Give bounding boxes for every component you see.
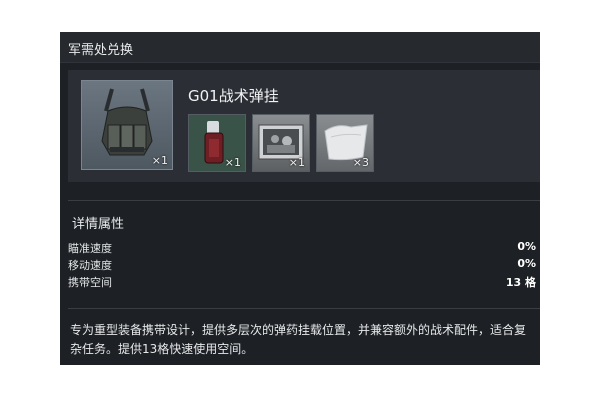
panel-header: 军需处兑换 (60, 32, 540, 63)
attribute-value: 0% (517, 257, 536, 270)
exchange-panel: 军需处兑换 ×1 G01战术弹挂 ×1 ×1 ×3 详情属性 瞄准速度 0% 移… (60, 32, 540, 365)
material-slot-3[interactable]: ×3 (316, 114, 374, 172)
attribute-row-aim-speed: 瞄准速度 0% (68, 240, 536, 255)
item-description: 专为重型装备携带设计，提供多层次的弹药挂载位置，并兼容额外的战术配件，适合复杂任… (70, 323, 527, 356)
divider-bottom (68, 308, 540, 309)
material-3-quantity: ×3 (352, 156, 369, 169)
material-2-quantity: ×1 (288, 156, 305, 169)
material-slot-1[interactable]: ×1 (188, 114, 246, 172)
item-name: G01战术弹挂 (188, 87, 279, 105)
attribute-row-move-speed: 移动速度 0% (68, 257, 536, 272)
attribute-label: 瞄准速度 (68, 242, 112, 255)
material-1-quantity: ×1 (224, 156, 241, 169)
attribute-value: 0% (517, 240, 536, 253)
material-slot-2[interactable]: ×1 (252, 114, 310, 172)
attribute-label: 携带空间 (68, 276, 112, 289)
attribute-row-carry-space: 携带空间 13 格 (68, 274, 536, 289)
panel-title: 军需处兑换 (68, 43, 134, 58)
attribute-value: 13 格 (505, 276, 536, 289)
main-item-slot[interactable]: ×1 (81, 80, 173, 170)
divider-top (68, 200, 540, 201)
main-item-quantity: ×1 (151, 154, 168, 167)
item-card: ×1 G01战术弹挂 ×1 ×1 ×3 (68, 70, 540, 182)
details-title: 详情属性 (72, 217, 125, 232)
attribute-label: 移动速度 (68, 259, 112, 272)
